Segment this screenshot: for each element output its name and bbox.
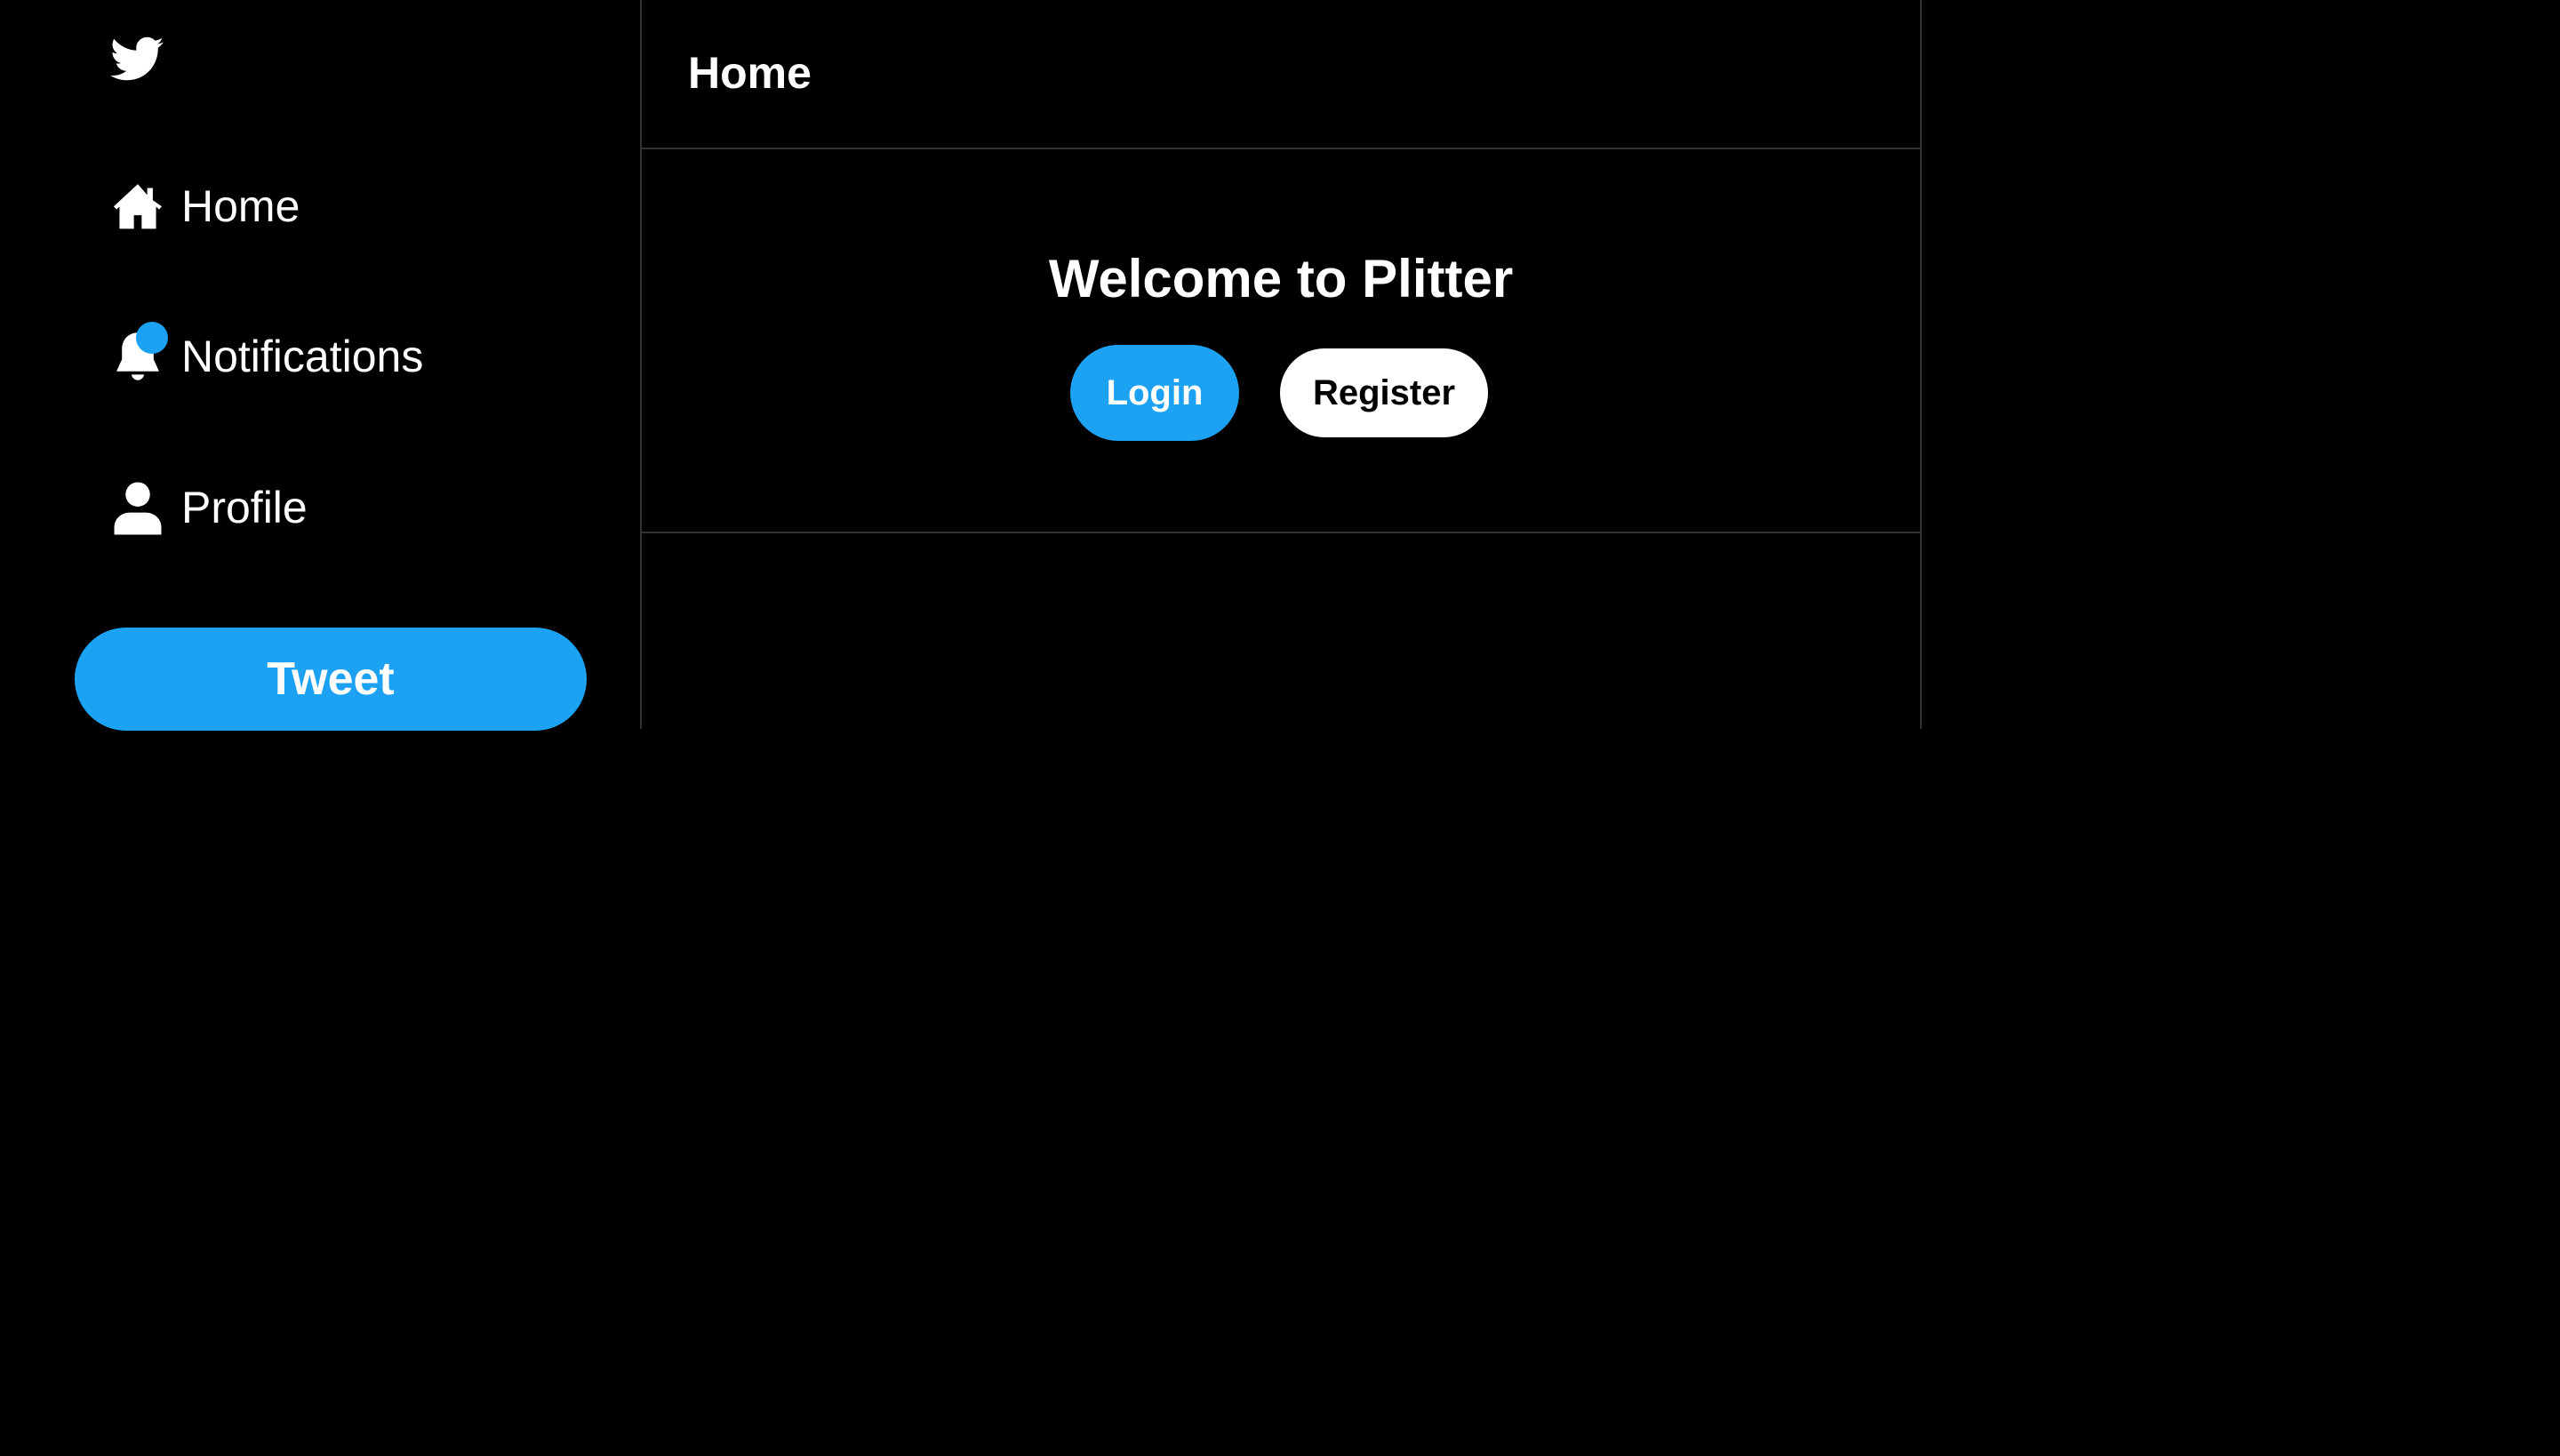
sidebar-item-home[interactable]: Home [107,164,300,249]
home-icon [107,175,169,237]
sidebar-item-label: Home [181,181,300,231]
main-column: Home Welcome to Plitter Login Register [640,0,1922,729]
welcome-section: Welcome to Plitter Login Register [642,149,1920,533]
welcome-heading: Welcome to Plitter [1048,249,1514,308]
page-title: Home [688,48,812,98]
main-header: Home [642,0,1920,149]
login-button[interactable]: Login [1070,345,1239,441]
register-button[interactable]: Register [1280,348,1488,437]
sidebar-item-notifications[interactable]: Notifications [107,314,423,399]
sidebar: Home Notifications Profile Tweet [0,0,640,731]
sidebar-item-profile[interactable]: Profile [107,465,308,550]
bird-logo-icon[interactable] [108,32,167,85]
sidebar-item-label: Profile [181,483,308,532]
user-icon [107,476,169,539]
notification-badge [136,322,168,354]
sidebar-item-label: Notifications [181,332,424,381]
tweet-button[interactable]: Tweet [75,628,587,731]
bell-icon [107,322,169,388]
app-root: Home Notifications Profile Tweet Home We… [0,0,2560,1456]
